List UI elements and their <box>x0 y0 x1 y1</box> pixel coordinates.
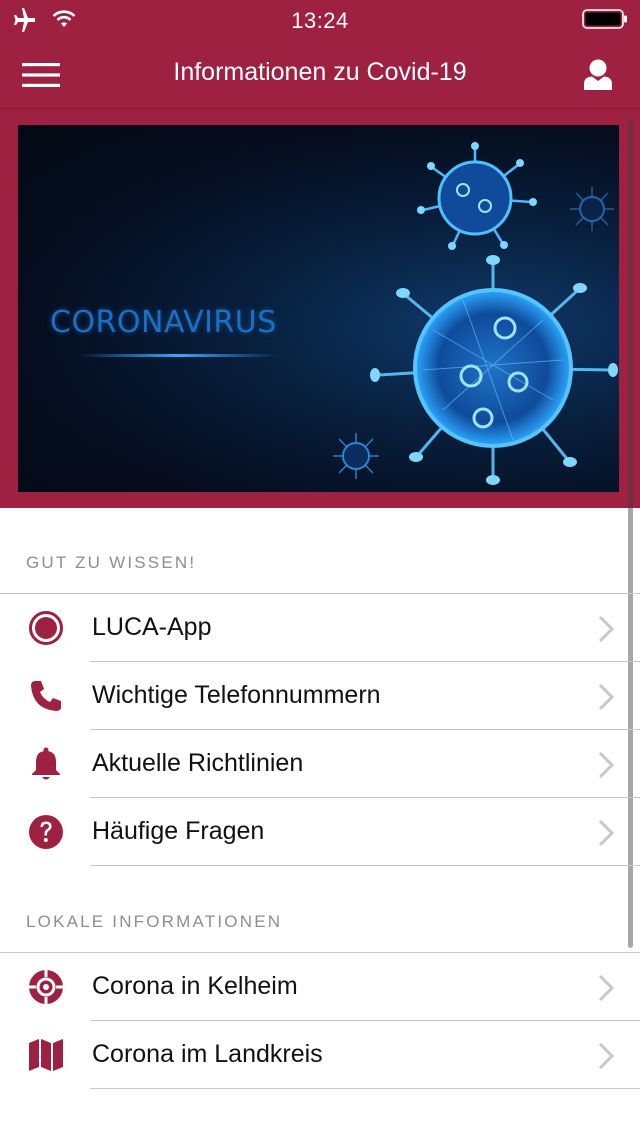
banner-glow-line <box>78 354 278 357</box>
list-item-aktuelle-richtlinien[interactable]: Aktuelle Richtlinien <box>0 730 640 798</box>
section-header-lokale-informationen: LOKALE INFORMATIONEN <box>26 912 283 931</box>
chevron-right-icon <box>598 974 614 1002</box>
header-background: 13:24 Informationen zu Covid-19 CORONAVI… <box>0 0 640 508</box>
phone-icon <box>31 681 61 711</box>
list-item-haeufige-fragen[interactable]: Häufige Fragen <box>0 798 640 866</box>
list-item-corona-im-landkreis[interactable]: Corona im Landkreis <box>0 1021 640 1089</box>
status-time: 13:24 <box>291 8 349 33</box>
record-circle-icon <box>29 611 63 645</box>
virus-illustration-large <box>370 255 618 485</box>
list-item-label: LUCA-App <box>92 613 212 641</box>
chevron-right-icon <box>598 751 614 779</box>
navigation-bar: Informationen zu Covid-19 <box>0 40 640 109</box>
battery-icon <box>582 9 627 29</box>
chevron-right-icon <box>598 819 614 847</box>
page-title: Informationen zu Covid-19 <box>173 58 467 86</box>
user-profile-icon[interactable] <box>584 58 612 90</box>
list-item-label: Corona in Kelheim <box>92 972 298 1000</box>
banner-text: CORONAVIRUS <box>50 305 277 340</box>
status-bar: 13:24 <box>0 0 640 40</box>
list-item-label: Corona im Landkreis <box>92 1040 323 1068</box>
list-item-wichtige-telefonnummern[interactable]: Wichtige Telefonnummern <box>0 662 640 730</box>
virus-illustration-faint <box>570 187 614 231</box>
list-item-label: Häufige Fragen <box>92 817 265 845</box>
divider <box>90 865 640 866</box>
list-item-label: Aktuelle Richtlinien <box>92 749 304 777</box>
coronavirus-banner-image: CORONAVIRUS <box>18 125 619 492</box>
chevron-right-icon <box>598 615 614 643</box>
section-header-gut-zu-wissen: GUT ZU WISSEN! <box>26 553 197 572</box>
question-circle-icon <box>29 815 63 849</box>
chevron-right-icon <box>598 683 614 711</box>
location-target-icon <box>29 970 63 1004</box>
chevron-right-icon <box>598 1042 614 1070</box>
bell-icon <box>32 747 60 780</box>
list-item-corona-in-kelheim[interactable]: Corona in Kelheim <box>0 953 640 1021</box>
map-icon <box>29 1039 63 1071</box>
list-item-luca-app[interactable]: LUCA-App <box>0 594 640 662</box>
divider <box>90 1088 640 1089</box>
virus-illustration-top <box>417 142 537 250</box>
virus-illustration-small <box>333 433 379 479</box>
list-item-label: Wichtige Telefonnummern <box>92 681 381 709</box>
